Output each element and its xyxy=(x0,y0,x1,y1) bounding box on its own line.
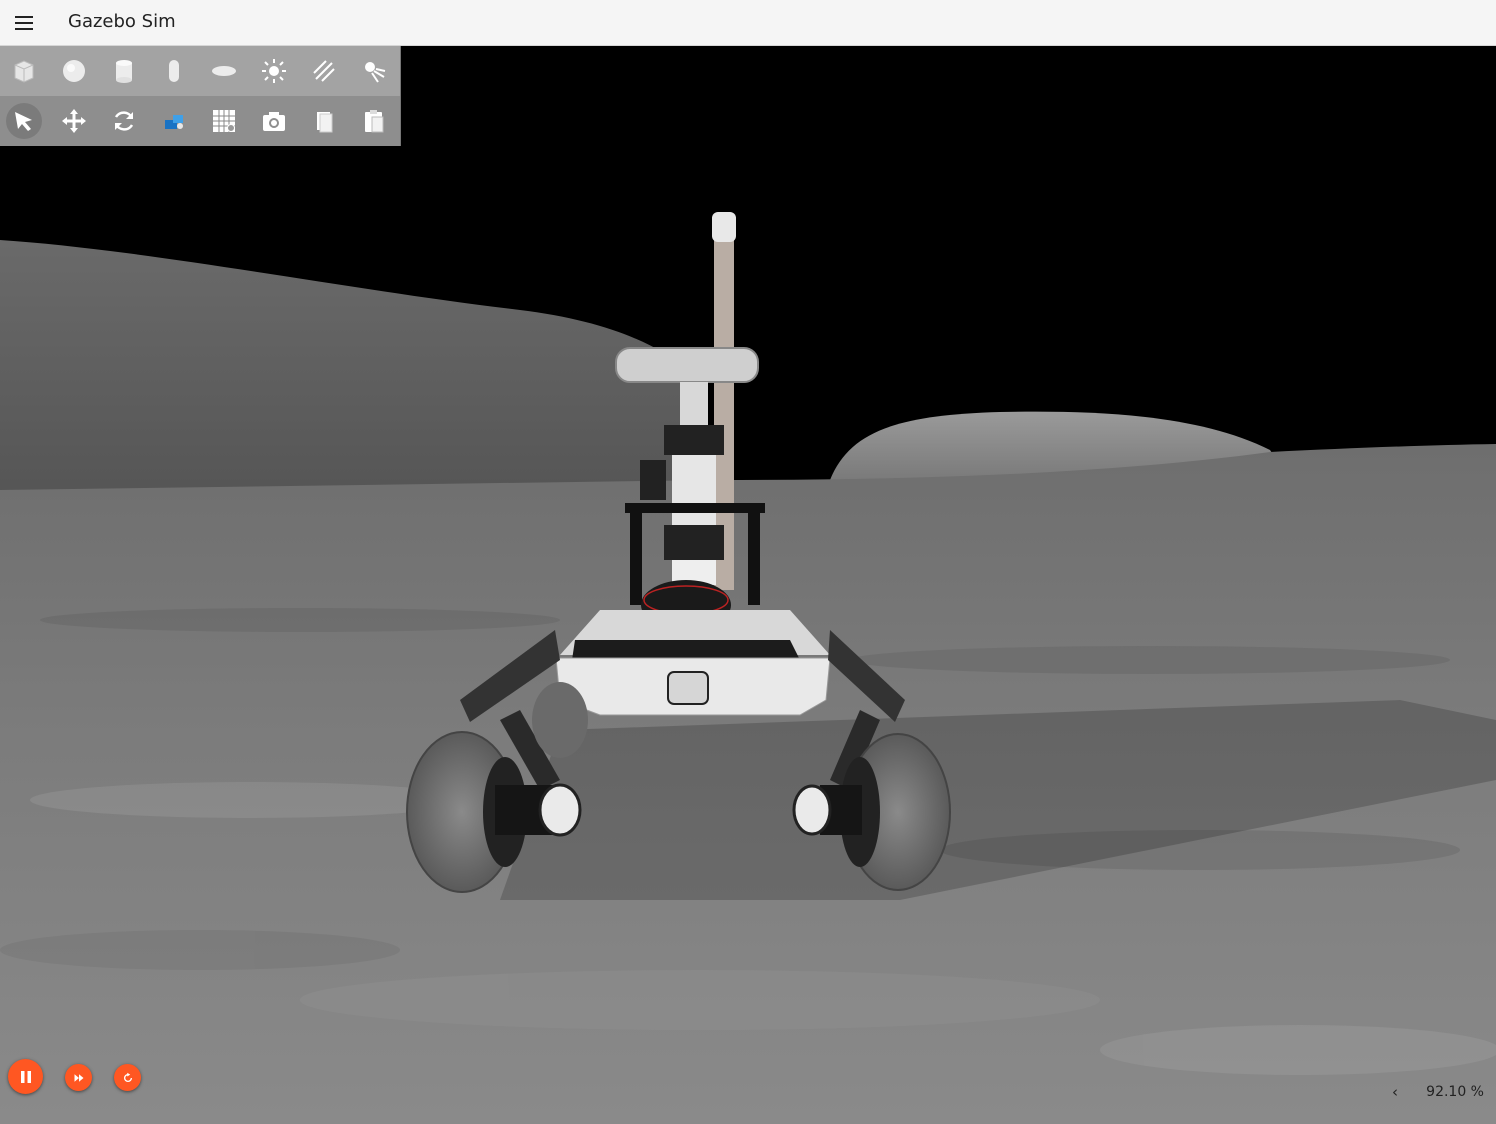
select-arrow-icon[interactable] xyxy=(6,103,42,139)
transform-control-icon[interactable] xyxy=(154,101,194,141)
paste-icon[interactable] xyxy=(354,101,394,141)
rover-sensor-top xyxy=(664,425,724,455)
real-time-factor: 92.10 % xyxy=(1426,1084,1484,1100)
directional-light-icon[interactable] xyxy=(304,51,344,91)
translate-icon[interactable] xyxy=(54,101,94,141)
toolbar xyxy=(0,46,401,146)
transform-toolbar xyxy=(0,96,400,146)
cylinder-icon[interactable] xyxy=(104,51,144,91)
reset-button[interactable] xyxy=(114,1064,141,1091)
sphere-icon[interactable] xyxy=(54,51,94,91)
rover-electronics xyxy=(640,460,666,500)
rotate-icon[interactable] xyxy=(104,101,144,141)
app-title: Gazebo Sim xyxy=(68,11,176,32)
step-icon xyxy=(74,1073,83,1082)
capsule-icon[interactable] xyxy=(154,51,194,91)
ellipsoid-icon[interactable] xyxy=(204,51,244,91)
step-button[interactable] xyxy=(65,1064,92,1091)
rover-mast-cap xyxy=(712,212,736,242)
rover-antenna-bar xyxy=(615,347,759,383)
rover-wheel-rear-left xyxy=(532,682,588,758)
rover-sensor-ring xyxy=(664,525,724,560)
rover-frame-top xyxy=(625,503,765,513)
rover-sensor-stem xyxy=(680,382,708,427)
shapes-toolbar xyxy=(0,46,400,96)
rover-sensor-mid xyxy=(672,455,716,525)
hamburger-menu-icon[interactable] xyxy=(10,9,38,37)
scene-viewport[interactable] xyxy=(0,46,1496,1124)
rover-frame-right xyxy=(748,505,760,605)
collapse-stats-button[interactable]: ‹ xyxy=(1392,1083,1398,1101)
rover-front-light xyxy=(667,671,709,705)
grid-config-icon[interactable] xyxy=(204,101,244,141)
point-light-icon[interactable] xyxy=(254,51,294,91)
screenshot-camera-icon[interactable] xyxy=(254,101,294,141)
copy-icon[interactable] xyxy=(304,101,344,141)
pause-icon xyxy=(20,1070,31,1083)
spot-light-icon[interactable] xyxy=(354,51,394,91)
pause-button[interactable] xyxy=(8,1059,43,1094)
box-icon[interactable] xyxy=(4,51,44,91)
reset-icon xyxy=(123,1072,132,1082)
title-bar: Gazebo Sim xyxy=(0,0,1496,46)
rover-frame-left xyxy=(630,505,642,605)
